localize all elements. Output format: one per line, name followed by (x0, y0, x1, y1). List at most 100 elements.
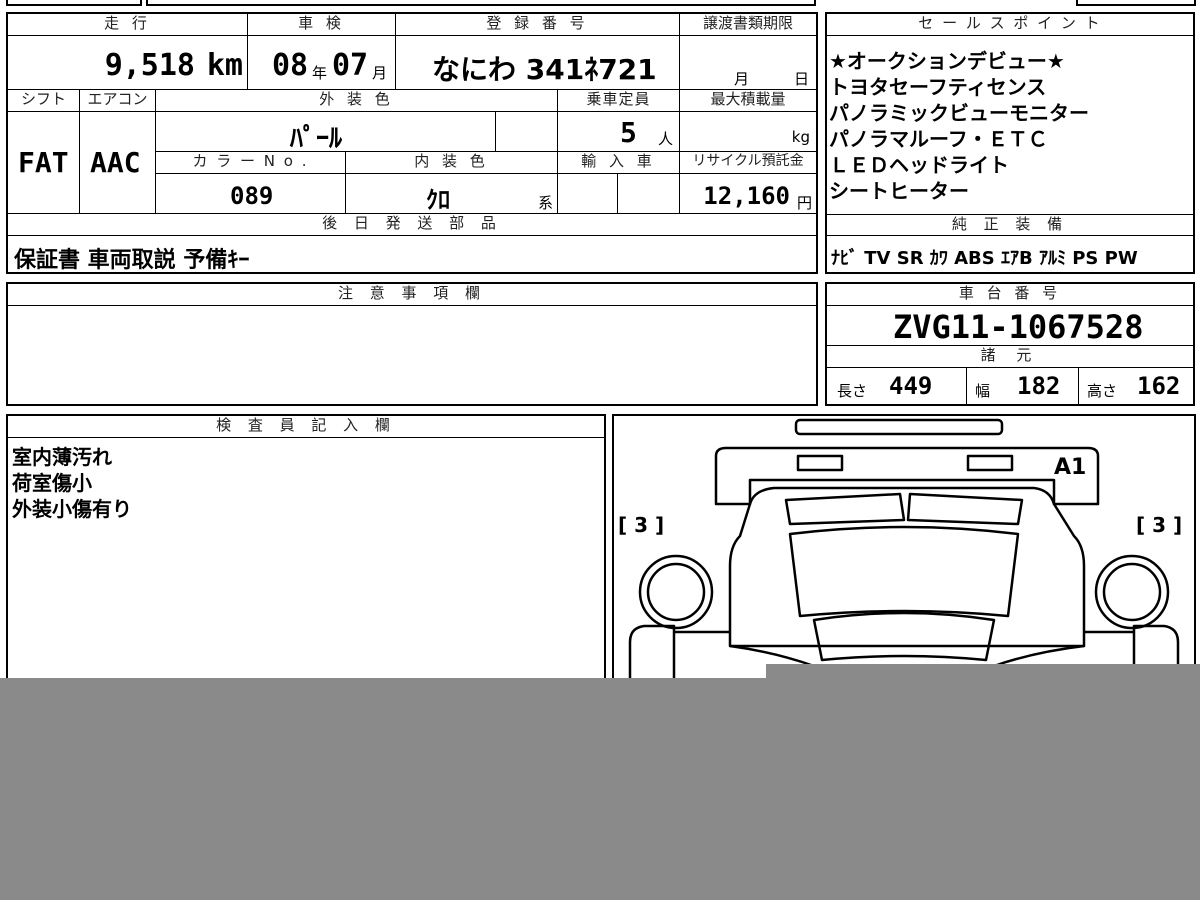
capacity-cell: 5 人 (558, 112, 680, 152)
load-header: 最大積載量 (680, 90, 816, 112)
spec-length-label: 長さ (837, 382, 868, 400)
inspector-line: 外装小傷有り (12, 497, 132, 521)
spec-height-value: 162 (1137, 372, 1181, 400)
inspection-month: 07 (332, 48, 369, 83)
transfer-month-unit: 月 (734, 70, 750, 88)
transfer-day-unit: 日 (794, 70, 810, 88)
import-cell-b (618, 174, 680, 214)
interior-value: ｸﾛ (426, 186, 450, 214)
sales-point-item: ★オークションデビュー★ (829, 49, 1065, 73)
interior-header: 内 装 色 (346, 152, 558, 174)
diagram-roof (788, 525, 1020, 618)
chassis-box: 車 台 番 号 ZVG11-1067528 諸 元 長さ 449 幅 182 高… (825, 282, 1195, 406)
later-parts-value: 保証書 車両取説 予備ｷｰ (14, 248, 250, 273)
import-cell-a (558, 174, 618, 214)
sales-point-item: パノラミックビューモニター (829, 101, 1089, 125)
sales-point-item: パノラマルーフ・ＥＴＣ (829, 127, 1048, 151)
spec-height-label: 高さ (1087, 382, 1118, 400)
spec-length-value: 449 (889, 372, 933, 400)
sales-point-item: トヨタセーフティセンス (829, 75, 1047, 99)
interior-cell: ｸﾛ 系 (346, 174, 558, 214)
diagram-rear-lamp-left (796, 454, 844, 472)
color-no-cell: 089 (156, 174, 346, 214)
chassis-header: 車 台 番 号 (827, 284, 1193, 306)
registration-value: なにわ 341ﾈ721 (432, 53, 657, 86)
spec-length-cell: 長さ 449 (827, 368, 967, 404)
recycle-cell: 12,160 円 (680, 174, 816, 214)
equipment-header: 純 正 装 備 (827, 214, 1193, 236)
aircon-cell: AAC (80, 112, 156, 214)
car-diagram-box: A1 [ 3 ] [ 3 ] (612, 414, 1196, 704)
inspector-lines: 室内薄汚れ 荷室傷小 外装小傷有り (12, 444, 602, 522)
vehicle-info-box: 走 行 車 検 登 録 番 号 譲渡書類期限 9,518 km 08 年 07 … (6, 12, 818, 274)
diagram-wheel-right (1094, 554, 1170, 630)
recycle-value: 12,160 (703, 182, 790, 210)
inspection-year-unit: 年 (312, 64, 328, 82)
sales-points-box: セ ー ル ス ポ イ ン ト ★オークションデビュー★ トヨタセーフティセンス… (825, 12, 1195, 274)
exterior-extra-cell (496, 112, 558, 152)
shift-header: シフト (8, 90, 80, 112)
diagram-wheel-right-inner (1102, 562, 1162, 622)
mileage-cell: 9,518 km (8, 36, 248, 90)
diagram-right-bracket: [ 3 ] (1136, 513, 1182, 537)
spec-width-cell: 幅 182 (967, 368, 1079, 404)
car-diagram: A1 [ 3 ] [ 3 ] (618, 418, 1182, 698)
diagram-left-bracket: [ 3 ] (618, 513, 664, 537)
transfer-cell: 月 日 (680, 36, 816, 90)
inspection-header: 車 検 (248, 14, 396, 36)
equipment-cell: ﾅﾋﾞ TV SR ｶﾜ ABS ｴｱB ｱﾙﾐ PS PW (827, 236, 1193, 272)
mileage-header: 走 行 (8, 14, 248, 36)
diagram-mark-a1: A1 (1054, 455, 1086, 480)
gray-overlay (0, 678, 1200, 900)
notes-box: 注 意 事 項 欄 (6, 282, 818, 406)
inspector-line: 室内薄汚れ (12, 445, 112, 469)
diagram-rear-marker (794, 418, 1004, 436)
spec-header: 諸 元 (827, 346, 1193, 368)
color-no-header: カ ラ ー N o . (156, 152, 346, 174)
top-cutoff-strip (6, 0, 1196, 6)
diagram-body-upper (728, 486, 1086, 648)
notes-body (14, 312, 810, 400)
registration-cell: なにわ 341ﾈ721 (396, 36, 680, 90)
load-unit: kg (791, 128, 810, 146)
capacity-unit: 人 (658, 130, 674, 148)
mileage-value: 9,518 (104, 48, 195, 83)
inspection-year: 08 (272, 48, 309, 83)
color-no-value: 089 (230, 182, 274, 210)
sales-points-header: セ ー ル ス ポ イ ン ト (827, 14, 1193, 36)
chassis-cell: ZVG11-1067528 (827, 306, 1193, 346)
inspection-month-unit: 月 (372, 64, 388, 82)
inspector-box: 検 査 員 記 入 欄 室内薄汚れ 荷室傷小 外装小傷有り (6, 414, 606, 704)
equipment-value: ﾅﾋﾞ TV SR ｶﾜ ABS ｴｱB ｱﾙﾐ PS PW (831, 248, 1138, 269)
diagram-rear-bumper (714, 446, 1100, 506)
spec-height-cell: 高さ 162 (1079, 368, 1193, 404)
recycle-header: リサイクル預託金 (680, 152, 816, 174)
interior-unit: 系 (537, 194, 553, 212)
later-parts-cell: 保証書 車両取説 予備ｷｰ (8, 236, 816, 273)
diagram-wheel-left-inner (646, 562, 706, 622)
diagram-wheel-left (638, 554, 714, 630)
capacity-header: 乗車定員 (558, 90, 680, 112)
shift-value: FAT (18, 146, 69, 179)
diagram-windscreen (812, 611, 996, 662)
mileage-unit: km (206, 48, 243, 83)
sales-point-item: ＬＥＤヘッドライト (829, 153, 1009, 177)
notes-header: 注 意 事 項 欄 (8, 284, 816, 306)
transfer-header: 譲渡書類期限 (680, 14, 816, 36)
exterior-cell: ﾊﾟｰﾙ (156, 112, 496, 154)
diagram-rear-lamp-right (966, 454, 1014, 472)
load-cell: kg (680, 112, 816, 152)
capacity-value: 5 (620, 116, 637, 149)
inspection-cell: 08 年 07 月 (248, 36, 396, 90)
recycle-unit: 円 (796, 194, 812, 212)
aircon-header: エアコン (80, 90, 156, 112)
aircon-value: AAC (90, 146, 141, 179)
exterior-header: 外 装 色 (156, 90, 558, 112)
inspector-header: 検 査 員 記 入 欄 (8, 416, 604, 438)
later-parts-header: 後 日 発 送 部 品 (8, 214, 816, 236)
inspector-line: 荷室傷小 (12, 471, 92, 495)
sales-point-item: シートヒーター (829, 179, 969, 203)
import-header: 輸 入 車 (558, 152, 680, 174)
chassis-value: ZVG11-1067528 (893, 308, 1144, 346)
shift-cell: FAT (8, 112, 80, 214)
